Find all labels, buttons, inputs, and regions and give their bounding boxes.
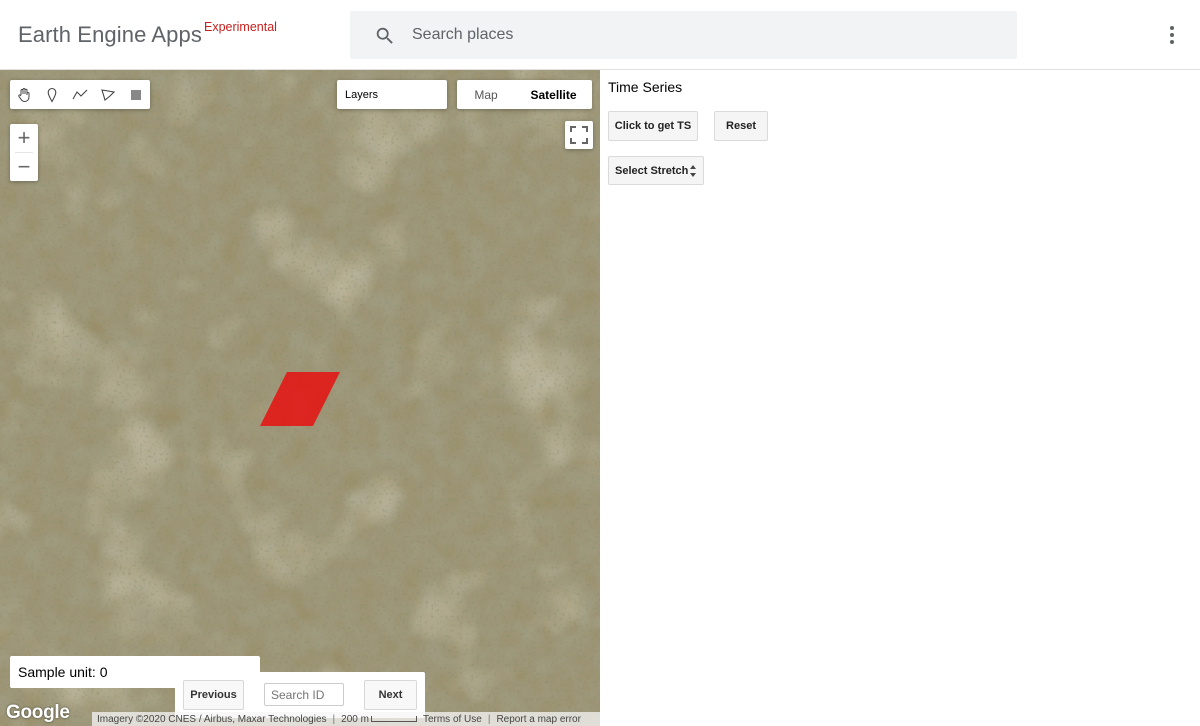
search-id-input[interactable]	[264, 683, 344, 706]
drawing-toolbar	[10, 80, 150, 109]
panel-title: Time Series	[608, 79, 683, 95]
google-logo: Google	[6, 702, 70, 723]
scale-label[interactable]: 200 m	[341, 714, 369, 725]
imagery-attribution: Imagery ©2020 CNES / Airbus, Maxar Techn…	[97, 713, 327, 725]
search-box	[350, 11, 1017, 59]
report-map-error-link[interactable]: Report a map error	[496, 714, 580, 725]
map-type-control: Map Satellite	[457, 80, 592, 109]
previous-button[interactable]: Previous	[183, 680, 244, 710]
satellite-imagery[interactable]	[0, 70, 600, 726]
map-type-satellite-button[interactable]: Satellite	[515, 80, 592, 109]
hand-icon[interactable]	[10, 80, 38, 109]
app-header: Earth Engine Apps Experimental	[0, 0, 1200, 70]
scale-bar[interactable]	[370, 716, 417, 722]
zoom-in-button[interactable]: +	[10, 124, 38, 152]
get-ts-button[interactable]: Click to get TS	[608, 111, 698, 141]
next-button[interactable]: Next	[364, 680, 417, 710]
search-input[interactable]	[412, 11, 1002, 59]
experimental-badge: Experimental	[204, 20, 277, 34]
more-vert-icon[interactable]	[1160, 23, 1184, 47]
zoom-control: + −	[10, 124, 38, 181]
time-series-panel: Time Series Click to get TS Reset Select…	[600, 70, 1200, 726]
line-icon[interactable]	[66, 80, 94, 109]
rectangle-icon[interactable]	[122, 80, 150, 109]
map-type-map-button[interactable]: Map	[457, 80, 515, 109]
layers-button[interactable]: Layers	[337, 80, 447, 109]
terms-of-use-link[interactable]: Terms of Use	[423, 714, 482, 725]
attribution-separator: |	[487, 713, 491, 725]
search-icon[interactable]	[374, 25, 396, 47]
attribution-separator: |	[332, 713, 336, 725]
fullscreen-button[interactable]	[565, 121, 593, 149]
map-attribution: Imagery ©2020 CNES / Airbus, Maxar Techn…	[92, 712, 600, 726]
polygon-icon[interactable]	[94, 80, 122, 109]
zoom-out-button[interactable]: −	[10, 153, 38, 181]
fullscreen-icon	[570, 126, 588, 144]
app-title: Earth Engine Apps	[18, 22, 202, 47]
marker-icon[interactable]	[38, 80, 66, 109]
reset-button[interactable]: Reset	[714, 111, 768, 141]
select-stretch-dropdown[interactable]: Select Stretch	[608, 156, 704, 185]
sort-arrows-icon	[690, 165, 696, 177]
map-view[interactable]: + − Layers Map Satellite Sample unit: 0 …	[0, 70, 600, 726]
select-stretch-label: Select Stretch	[615, 165, 689, 177]
